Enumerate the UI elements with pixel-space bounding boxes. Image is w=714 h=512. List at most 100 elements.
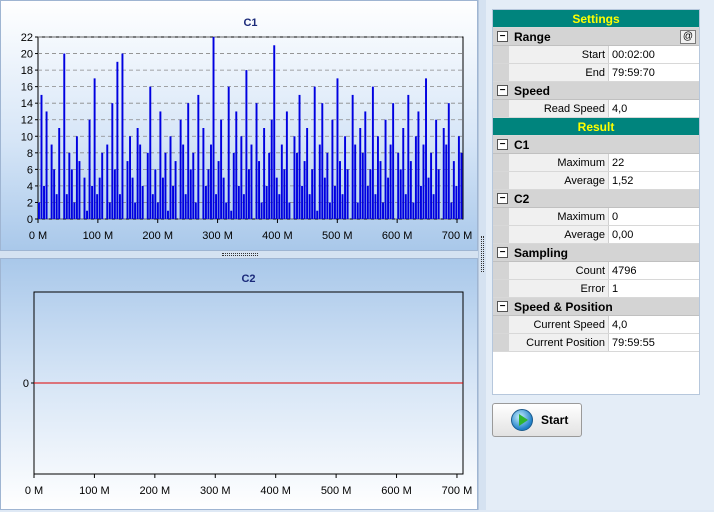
bar — [63, 53, 66, 219]
property-row-error[interactable]: Error 1 — [493, 280, 699, 298]
bar — [131, 177, 134, 219]
bar — [301, 185, 304, 219]
bar — [359, 128, 362, 219]
bar — [417, 111, 420, 219]
y-tick-label: 18 — [21, 65, 33, 77]
y-tick-label: 8 — [27, 148, 33, 160]
x-tick-label: 700 M — [442, 230, 473, 242]
chart-c1: C1 0 2 4 6 8 10 12 14 16 18 20 22 0 M 100 M 200 M 300 M 4… — [21, 17, 473, 242]
bar — [136, 128, 139, 219]
bar — [242, 194, 245, 219]
category-speed[interactable]: − Speed — [493, 82, 699, 100]
collapse-icon[interactable]: − — [497, 85, 508, 96]
bar — [106, 144, 109, 219]
category-sampling[interactable]: − Sampling — [493, 244, 699, 262]
collapse-icon[interactable]: − — [497, 301, 508, 312]
bar — [303, 161, 306, 219]
bar — [83, 177, 86, 219]
property-row-start[interactable]: Start 00:02:00 — [493, 46, 699, 64]
x-tick-label: 600 M — [382, 230, 413, 242]
bar — [306, 128, 309, 219]
property-value: 0,00 — [612, 228, 634, 241]
bar — [339, 161, 341, 219]
x-tick-label: 400 M — [260, 485, 291, 497]
property-row-c2-maximum[interactable]: Maximum 0 — [493, 208, 699, 226]
bar — [194, 202, 197, 219]
bar — [275, 177, 278, 219]
y-tick-label: 4 — [27, 181, 33, 193]
y-tick-label: 6 — [27, 164, 33, 176]
bar — [202, 128, 205, 219]
bar — [156, 202, 159, 219]
category-c2[interactable]: − C2 — [493, 190, 699, 208]
bar — [70, 169, 73, 219]
property-value[interactable]: 79:59:70 — [609, 64, 699, 81]
property-name: Current Position — [509, 334, 609, 351]
bar — [141, 185, 144, 219]
x-tick-label: 0 M — [29, 230, 47, 242]
bar — [255, 103, 258, 219]
bar — [45, 111, 48, 219]
property-row-read-speed[interactable]: Read Speed 4,0 — [493, 100, 699, 118]
bar — [361, 152, 364, 219]
property-value[interactable]: 4,0 — [609, 100, 699, 117]
x-tick-label: 200 M — [142, 230, 173, 242]
collapse-icon[interactable]: − — [497, 193, 508, 204]
bar — [404, 194, 407, 219]
bar — [442, 128, 445, 219]
bar — [50, 144, 53, 219]
property-row-c2-average[interactable]: Average 0,00 — [493, 226, 699, 244]
bar — [460, 152, 463, 219]
vertical-splitter[interactable] — [478, 0, 486, 510]
property-row-current-position[interactable]: Current Position 79:59:55 — [493, 334, 699, 352]
category-c1[interactable]: − C1 — [493, 136, 699, 154]
bar — [235, 111, 238, 219]
bar — [331, 119, 334, 219]
property-row-c1-maximum[interactable]: Maximum 22 — [493, 154, 699, 172]
property-row-current-speed[interactable]: Current Speed 4,0 — [493, 316, 699, 334]
bar — [323, 177, 326, 219]
property-value[interactable]: 00:02:00 — [609, 46, 699, 63]
property-row-c1-average[interactable]: Average 1,52 — [493, 172, 699, 190]
bar — [316, 210, 319, 219]
property-name: End — [509, 64, 609, 81]
property-name: Read Speed — [509, 100, 609, 117]
property-value: 79:59:55 — [612, 336, 655, 349]
collapse-icon[interactable]: − — [497, 31, 508, 42]
start-button[interactable]: Start — [492, 403, 582, 437]
category-label: C1 — [514, 137, 530, 152]
y-tick-label: 16 — [21, 82, 33, 94]
horizontal-splitter[interactable] — [0, 251, 478, 258]
bar — [184, 194, 187, 219]
bar — [445, 144, 448, 219]
property-row-count[interactable]: Count 4796 — [493, 262, 699, 280]
bar — [237, 185, 240, 219]
at-button[interactable]: @ — [680, 29, 696, 44]
bar — [341, 194, 344, 219]
bar — [270, 119, 273, 219]
bar — [402, 128, 405, 219]
bar — [435, 119, 438, 219]
x-tick-label: 100 M — [83, 230, 114, 242]
bar — [346, 169, 349, 219]
bar — [189, 169, 192, 219]
category-speed-position[interactable]: − Speed & Position — [493, 298, 699, 316]
x-tick-label: 200 M — [140, 485, 171, 497]
bar — [197, 94, 200, 219]
collapse-icon[interactable]: − — [497, 139, 508, 150]
bar — [58, 128, 61, 219]
collapse-icon[interactable]: − — [497, 247, 508, 258]
property-name: Average — [509, 226, 609, 243]
bar — [457, 136, 460, 219]
category-range[interactable]: − Range @ — [493, 28, 699, 46]
bar — [225, 202, 228, 219]
chart-c2-panel: C2 0 0 M 100 M 200 M 300 M 400 M 500 M 600 M 700 … — [0, 258, 478, 510]
property-row-end[interactable]: End 79:59:70 — [493, 64, 699, 82]
property-name: Average — [509, 172, 609, 189]
property-name: Error — [509, 280, 609, 297]
bar — [250, 144, 253, 219]
bar — [98, 177, 101, 219]
bar — [311, 169, 314, 219]
bar — [308, 194, 311, 219]
bar — [392, 103, 395, 219]
